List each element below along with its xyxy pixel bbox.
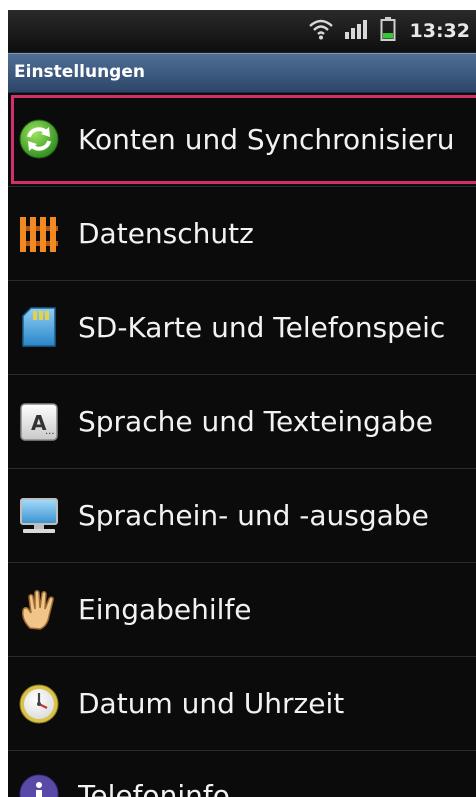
- sync-icon: [16, 116, 62, 162]
- info-icon: [16, 771, 62, 797]
- settings-item-accounts-sync[interactable]: Konten und Synchronisieru: [8, 92, 476, 187]
- page-title: Einstellungen: [14, 62, 145, 82]
- clock-icon: [16, 681, 62, 727]
- settings-item-label: Eingabehilfe: [78, 593, 252, 626]
- settings-item-phone-info[interactable]: Telefoninfo: [8, 751, 476, 797]
- settings-item-label: Telefoninfo: [78, 779, 230, 797]
- status-icons: 13:32: [308, 10, 470, 52]
- wifi-icon: [308, 18, 334, 44]
- settings-item-date-time[interactable]: Datum und Uhrzeit: [8, 657, 476, 751]
- status-time: 13:32: [409, 20, 470, 42]
- settings-item-label: Datenschutz: [78, 217, 254, 250]
- settings-item-sd-card-storage[interactable]: SD-Karte und Telefonspeic: [8, 281, 476, 375]
- keyboard-key-icon: A ...: [16, 399, 62, 445]
- signal-icon: [344, 18, 370, 44]
- settings-item-label: Datum und Uhrzeit: [78, 687, 345, 720]
- settings-list: Konten und Synchronisieru Datenschutz SD…: [8, 92, 476, 797]
- hand-icon: [16, 587, 62, 633]
- battery-icon: [380, 17, 396, 45]
- monitor-icon: [16, 493, 62, 539]
- title-bar: Einstellungen: [8, 53, 476, 93]
- phone-screen: 13:32 Einstellungen Konten und Synchroni…: [8, 10, 476, 797]
- settings-item-speech-io[interactable]: Sprachein- und -ausgabe: [8, 469, 476, 563]
- sd-card-icon: [16, 305, 62, 351]
- settings-item-language-input[interactable]: A ... Sprache und Texteingabe: [8, 375, 476, 469]
- settings-item-label: Konten und Synchronisieru: [78, 122, 455, 156]
- svg-text:...: ...: [45, 426, 55, 437]
- status-bar: 13:32: [8, 10, 476, 53]
- settings-item-label: Sprachein- und -ausgabe: [78, 499, 429, 532]
- settings-item-label: SD-Karte und Telefonspeic: [78, 311, 446, 344]
- settings-item-label: Sprache und Texteingabe: [78, 405, 433, 438]
- settings-item-accessibility[interactable]: Eingabehilfe: [8, 563, 476, 657]
- settings-item-privacy[interactable]: Datenschutz: [8, 187, 476, 281]
- fence-icon: [16, 211, 62, 257]
